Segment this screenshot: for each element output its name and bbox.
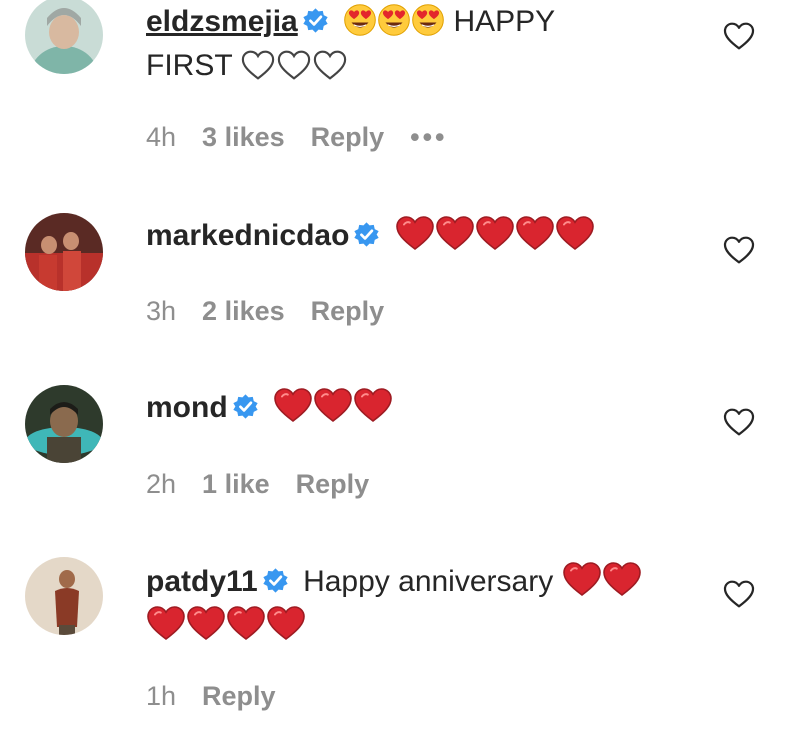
- like-heart-icon[interactable]: [722, 578, 756, 610]
- white-heart-emoji: [276, 49, 312, 81]
- comment-meta: 2h 1 like Reply: [146, 469, 395, 500]
- avatar[interactable]: [25, 0, 103, 74]
- heart-eyes-emoji: [343, 3, 377, 37]
- comment-text: FIRST: [146, 49, 233, 82]
- comment-body: markednicdao: [146, 214, 690, 258]
- red-heart-emoji: [602, 561, 642, 597]
- red-heart-emoji: [186, 605, 226, 641]
- red-heart-emoji: [555, 215, 595, 251]
- comment-body: eldzsmejia HAPPY FIRST: [146, 0, 690, 88]
- heart-eyes-emoji: [411, 3, 445, 37]
- red-heart-emoji: [475, 215, 515, 251]
- username-link[interactable]: mond: [146, 391, 228, 424]
- avatar[interactable]: [25, 213, 103, 291]
- verified-badge-icon: [302, 7, 329, 34]
- reply-button[interactable]: Reply: [311, 122, 385, 152]
- red-heart-emoji: [273, 387, 313, 423]
- red-heart-emoji: [146, 605, 186, 641]
- reply-button[interactable]: Reply: [202, 681, 276, 711]
- comment-body: patdy11 Happy anniversary: [146, 560, 690, 648]
- verified-badge-icon: [262, 567, 289, 594]
- username-link[interactable]: patdy11: [146, 565, 258, 598]
- red-heart-emoji: [226, 605, 266, 641]
- comment-time: 2h: [146, 469, 177, 499]
- comment-meta: 1h Reply: [146, 681, 302, 712]
- red-heart-emoji: [353, 387, 393, 423]
- avatar[interactable]: [25, 385, 103, 463]
- verified-badge-icon: [353, 221, 380, 248]
- red-heart-emoji: [395, 215, 435, 251]
- like-heart-icon[interactable]: [722, 20, 756, 52]
- red-heart-emoji: [313, 387, 353, 423]
- white-heart-emoji: [240, 49, 276, 81]
- comment-time: 3h: [146, 296, 177, 326]
- red-heart-emoji: [266, 605, 306, 641]
- likes-count-button[interactable]: 3 likes: [202, 122, 285, 152]
- red-heart-emoji: [515, 215, 555, 251]
- red-heart-emoji: [435, 215, 475, 251]
- white-heart-emoji: [312, 49, 348, 81]
- username-link[interactable]: markednicdao: [146, 219, 349, 252]
- comment-meta: 4h 3 likes Reply •••: [146, 122, 474, 153]
- comment-meta: 3h 2 likes Reply: [146, 296, 410, 327]
- comment-text: Happy anniversary: [303, 565, 554, 598]
- more-options-button[interactable]: •••: [410, 122, 447, 152]
- username-link[interactable]: eldzsmejia: [146, 5, 298, 38]
- comment-time: 1h: [146, 681, 177, 711]
- like-heart-icon[interactable]: [722, 406, 756, 438]
- like-heart-icon[interactable]: [722, 234, 756, 266]
- reply-button[interactable]: Reply: [296, 469, 370, 499]
- verified-badge-icon: [232, 393, 259, 420]
- comment-time: 4h: [146, 122, 177, 152]
- comment-body: mond: [146, 386, 690, 430]
- likes-count-button[interactable]: 2 likes: [202, 296, 285, 326]
- heart-eyes-emoji: [377, 3, 411, 37]
- avatar[interactable]: [25, 557, 103, 635]
- likes-count-button[interactable]: 1 like: [202, 469, 270, 499]
- comment-text: HAPPY: [453, 5, 556, 38]
- reply-button[interactable]: Reply: [311, 296, 385, 326]
- red-heart-emoji: [562, 561, 602, 597]
